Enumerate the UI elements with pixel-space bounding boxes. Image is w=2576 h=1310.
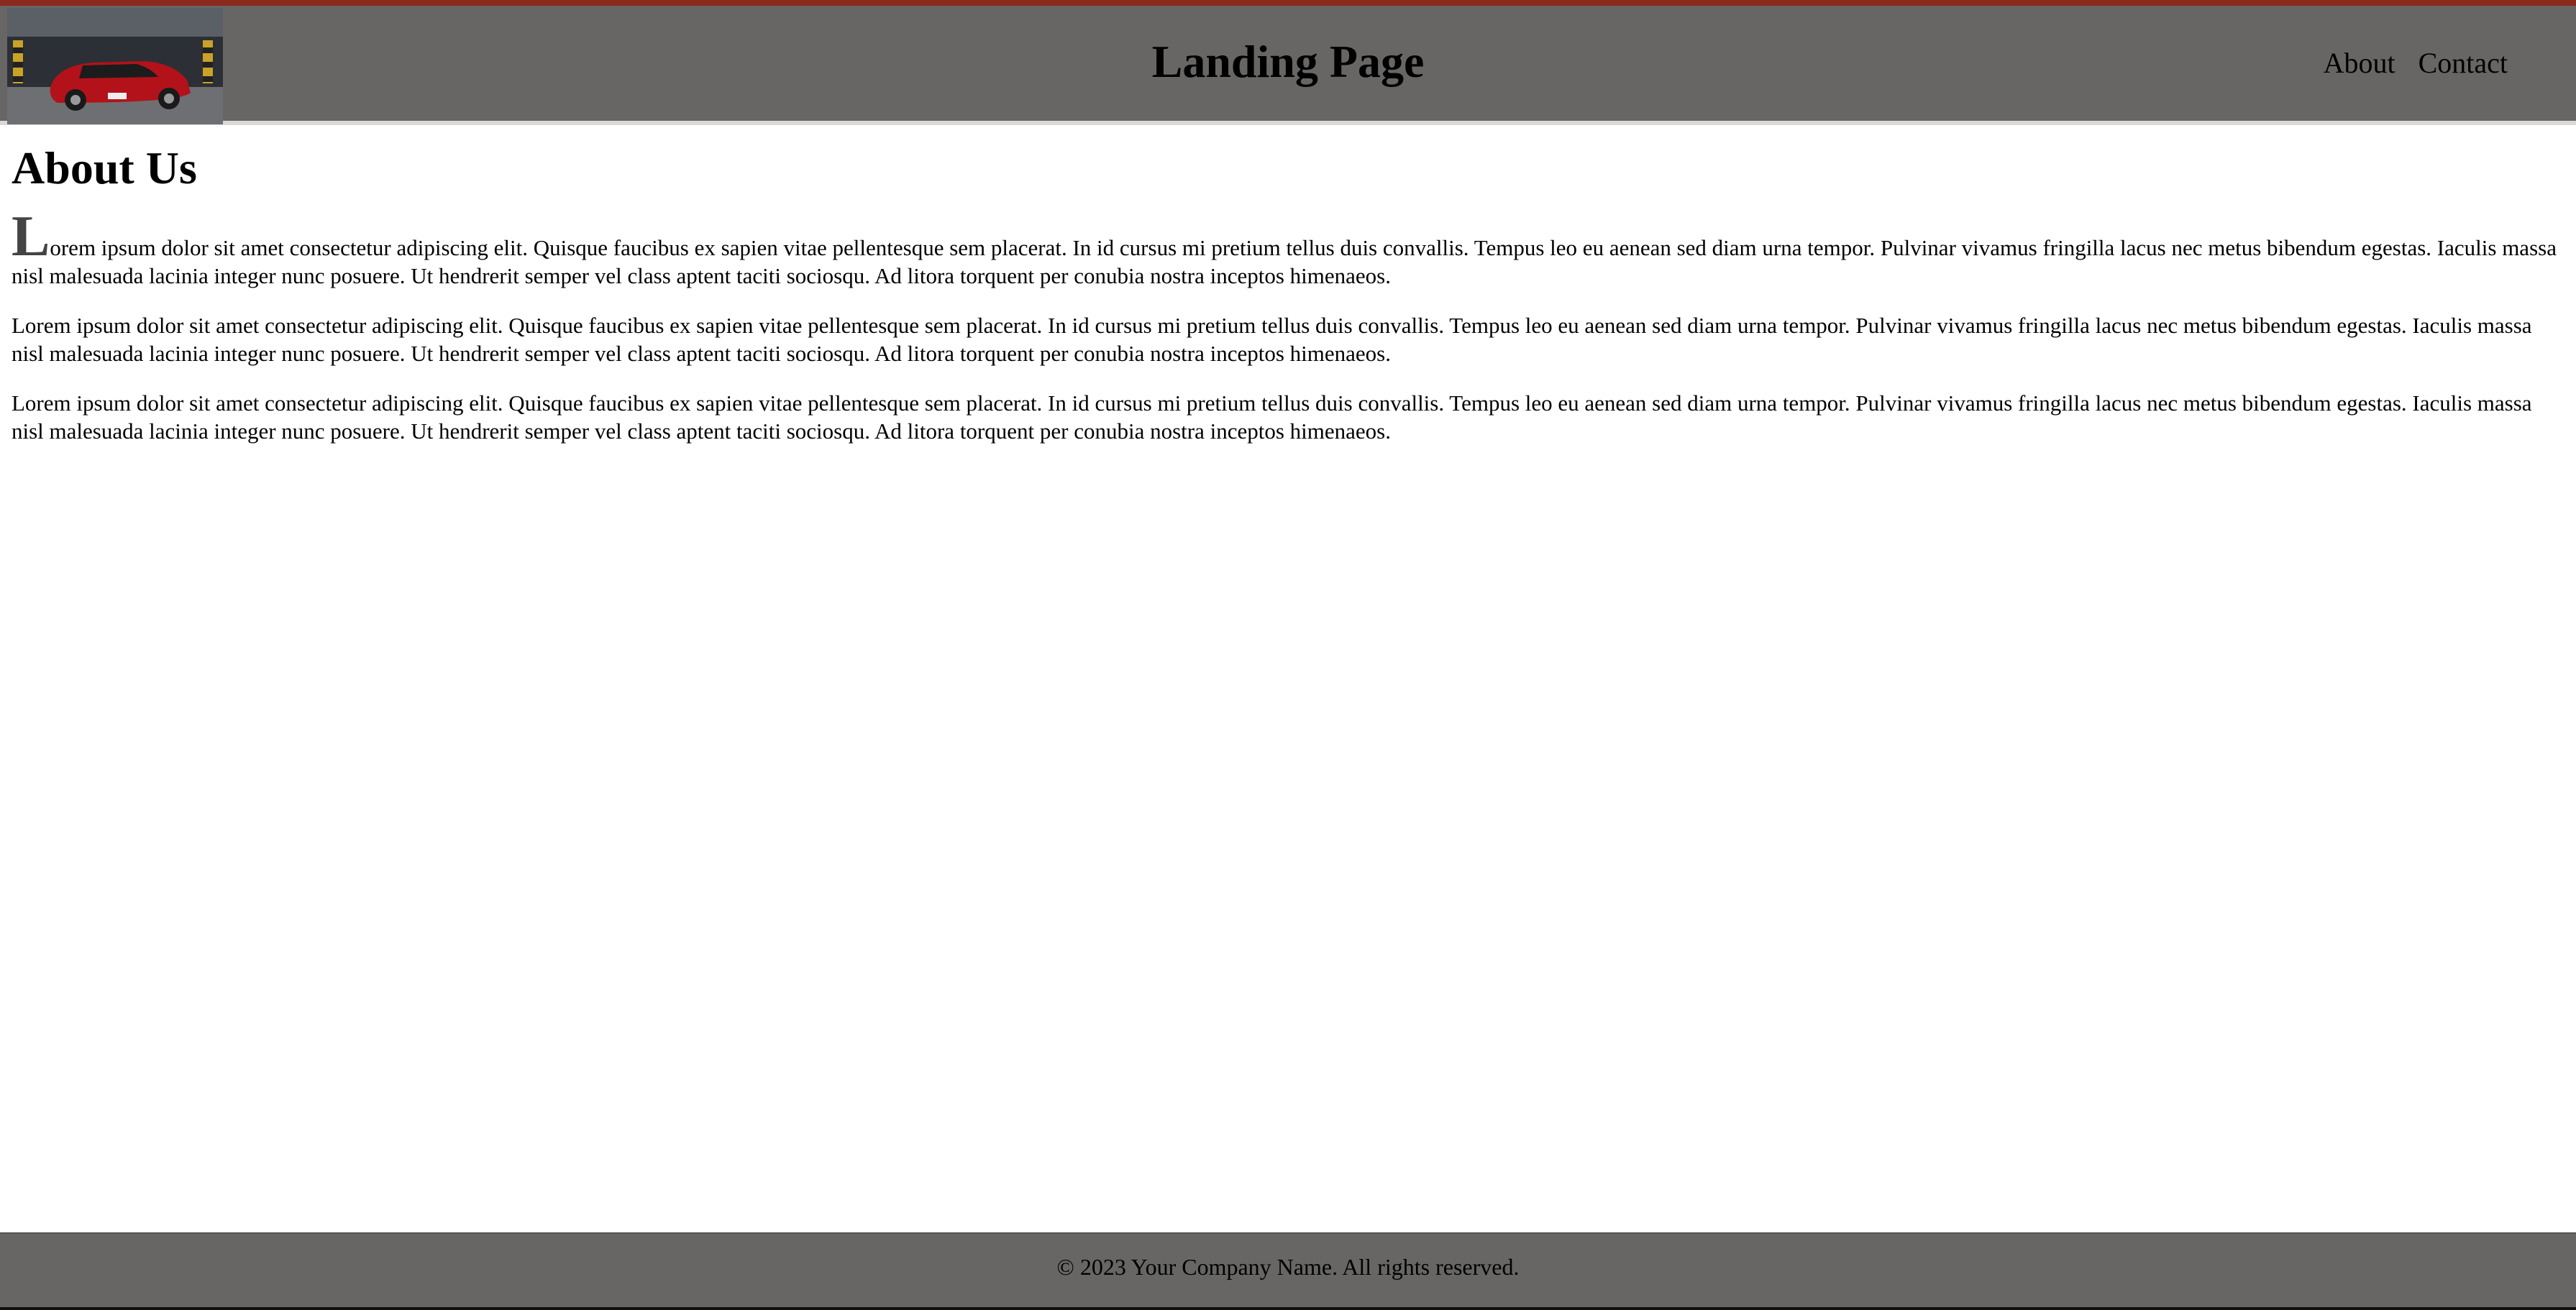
about-paragraph-1: Lorem ipsum dolor sit amet consectetur a… [12,205,2557,288]
about-heading: About Us [12,142,197,193]
about-paragraph-2: Lorem ipsum dolor sit amet consectetur a… [12,313,2532,366]
site-title: Landing Page [1151,36,1425,87]
copyright-text: © 2023 Your Company Name. All rights res… [1056,1254,1520,1280]
bottom-edge [0,1307,2576,1310]
about-paragraph-3: Lorem ipsum dolor sit amet consectetur a… [12,390,2532,444]
site-header: Landing Page About Contact [0,6,2576,125]
nav-link-about[interactable]: About [2324,49,2395,78]
main-nav: About Contact [2324,49,2508,78]
main-content: About Us Lorem ipsum dolor sit amet cons… [12,145,2569,467]
page: Landing Page About Contact About Us Lore… [0,0,2576,1310]
top-accent-bar [0,0,2576,6]
site-footer: © 2023 Your Company Name. All rights res… [0,1232,2576,1307]
nav-link-contact[interactable]: Contact [2419,49,2508,78]
